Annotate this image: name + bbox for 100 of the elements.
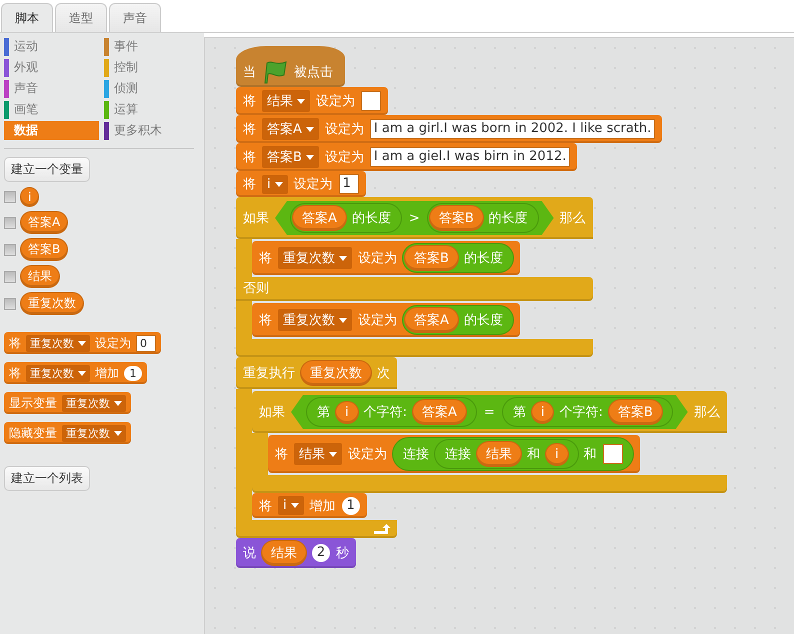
variable-dropdown[interactable]: 重复次数 <box>26 334 90 352</box>
reporter-block[interactable]: 连接 结果 和 i <box>435 440 578 468</box>
category-item[interactable]: 运算 <box>104 100 199 119</box>
variable-dropdown[interactable]: i <box>262 174 288 194</box>
command-block[interactable]: 将 答案B 设定为 I am a giel.I was birn in 2012. <box>236 143 578 171</box>
command-block[interactable]: 将 重复次数 设定为 0 <box>4 332 161 354</box>
c-block[interactable]: 否则 <box>236 277 593 301</box>
command-block[interactable]: 将 结果 设定为 <box>236 87 388 115</box>
number-input-field[interactable]: 2 <box>312 544 330 562</box>
text-input-field[interactable] <box>361 91 381 111</box>
number-input-field[interactable]: 1 <box>342 496 360 514</box>
reporter-block[interactable]: 答案B 的长度 <box>428 204 538 232</box>
variable-reporter[interactable]: i <box>546 444 568 464</box>
command-block[interactable]: 将 i 增加 1 <box>252 493 367 518</box>
reporter-block[interactable]: 答案A 的长度 <box>291 204 401 232</box>
category-item[interactable]: 控制 <box>104 58 199 77</box>
variable-dropdown[interactable]: i <box>278 496 304 515</box>
variable-reporter[interactable]: 答案A <box>21 212 68 233</box>
variable-dropdown[interactable]: 结果 <box>262 90 310 112</box>
command-block[interactable]: 将 重复次数 设定为 答案B 的长度 <box>252 241 520 275</box>
category-item[interactable]: 事件 <box>104 37 199 56</box>
variable-dropdown[interactable]: 重复次数 <box>278 247 352 269</box>
variable-reporter[interactable]: 答案B <box>21 239 68 260</box>
variable-reporter[interactable]: 答案B <box>608 400 662 424</box>
variable-reporter[interactable]: 结果 <box>21 266 59 287</box>
category-item[interactable]: 更多积木 <box>104 121 199 140</box>
make-variable-button[interactable]: 建立一个变量 <box>4 157 90 182</box>
command-block[interactable]: 将 重复次数 增加 1 <box>4 362 147 384</box>
command-block[interactable]: 将 结果 设定为 连接 连接 结果 和 i 和 <box>268 435 640 473</box>
text-input-field[interactable]: 1 <box>338 174 359 194</box>
block-label: 将 <box>259 312 272 329</box>
variable-reporter[interactable]: 答案B <box>430 206 483 230</box>
text-input-field[interactable]: I am a girl.I was born in 2002. I like scrath. <box>370 119 656 139</box>
variable-dropdown[interactable]: 答案B <box>262 146 319 168</box>
command-block[interactable]: 将 重复次数 设定为 答案A 的长度 <box>252 303 520 337</box>
block-label: 次 <box>377 365 390 382</box>
caret-icon <box>339 256 347 260</box>
tab[interactable]: 造型 <box>55 3 107 32</box>
boolean-block[interactable]: 答案A 的长度 > 答案B 的长度 <box>275 201 554 235</box>
reporter-block[interactable]: 连接 连接 结果 和 i 和 <box>393 438 633 470</box>
reporter-block[interactable]: 第 i 个字符: 答案A <box>307 398 476 426</box>
block-label: 将 <box>243 176 256 193</box>
reporter-block[interactable]: 答案B 的长度 <box>403 244 513 272</box>
category-label: 控制 <box>113 59 138 76</box>
variable-reporter[interactable]: 结果 <box>262 541 306 565</box>
variable-dropdown[interactable]: 重复次数 <box>278 309 352 331</box>
variable-reporter[interactable]: 答案A <box>293 206 346 230</box>
command-block[interactable]: 隐藏变量 重复次数 <box>4 422 131 444</box>
show-variable-checkbox[interactable] <box>4 270 16 282</box>
text-input-field[interactable]: I am a giel.I was birn in 2012. <box>370 147 570 167</box>
reporter-block[interactable]: 答案A 的长度 <box>403 306 513 334</box>
variable-reporter[interactable]: 答案A <box>413 400 466 424</box>
variable-dropdown[interactable]: 结果 <box>294 443 342 465</box>
tab[interactable]: 声音 <box>109 3 161 32</box>
command-block[interactable]: 将 答案A 设定为 I am a girl.I was born in 2002. I like scrath. <box>236 115 662 143</box>
command-block[interactable]: 说 结果 2 秒 <box>236 538 356 568</box>
variable-dropdown[interactable]: 重复次数 <box>62 394 126 412</box>
hat-block[interactable]: 当 被点击 <box>236 46 345 87</box>
caret-icon <box>290 503 299 508</box>
text-input-field[interactable] <box>602 444 623 464</box>
block-label: 将 <box>243 93 256 110</box>
variable-reporter[interactable]: 答案B <box>405 246 458 270</box>
variable-reporter[interactable]: 结果 <box>477 442 521 466</box>
block-label: 设定为 <box>324 121 364 138</box>
category-item[interactable]: 侦测 <box>104 79 199 98</box>
category-item[interactable]: 数据 <box>4 121 99 140</box>
tab[interactable]: 脚本 <box>1 3 53 32</box>
boolean-block[interactable]: 第 i 个字符: 答案A = 第 i 个字符: 答案B <box>291 395 688 429</box>
loop-block[interactable]: 重复执行 重复次数 次 <box>236 357 397 389</box>
c-block[interactable]: 如果 第 i 个字符: 答案A = 第 i 个字符: 答案B 那么 <box>252 391 727 433</box>
text-input-field[interactable]: 0 <box>136 334 156 352</box>
variable-reporter[interactable]: i <box>21 188 38 206</box>
variable-dropdown[interactable]: 答案A <box>262 118 319 140</box>
make-list-button[interactable]: 建立一个列表 <box>4 466 90 491</box>
block-label: 的长度 <box>488 210 528 227</box>
reporter-block[interactable]: 第 i 个字符: 答案B <box>502 398 672 426</box>
c-block[interactable]: 如果 答案A 的长度 > 答案B 的长度 那么 <box>236 197 593 239</box>
block-label: = <box>484 404 495 420</box>
block-label: 否则 <box>243 280 269 297</box>
variable-reporter[interactable]: i <box>336 402 358 422</box>
category-item[interactable]: 运动 <box>4 37 99 56</box>
show-variable-checkbox[interactable] <box>4 244 16 256</box>
variable-reporter[interactable]: 重复次数 <box>301 361 371 385</box>
command-block[interactable]: 将 i 设定为 1 <box>236 171 366 197</box>
variable-reporter[interactable]: 重复次数 <box>21 293 83 314</box>
command-block[interactable]: 显示变量 重复次数 <box>4 392 131 414</box>
category-item[interactable]: 外观 <box>4 58 99 77</box>
variable-reporter[interactable]: i <box>532 402 554 422</box>
show-variable-checkbox[interactable] <box>4 298 16 310</box>
category-item[interactable]: 声音 <box>4 79 99 98</box>
show-variable-checkbox[interactable] <box>4 191 16 203</box>
category-label: 事件 <box>113 38 138 55</box>
block-label: 增加 <box>310 498 336 514</box>
show-variable-checkbox[interactable] <box>4 216 16 228</box>
variable-dropdown[interactable]: 重复次数 <box>26 364 90 382</box>
variable-reporter[interactable]: 答案A <box>405 308 458 332</box>
number-input-field[interactable]: 1 <box>124 366 142 380</box>
category-item[interactable]: 画笔 <box>4 100 99 119</box>
variable-dropdown[interactable]: 重复次数 <box>62 424 126 442</box>
block-label: 将 <box>9 334 21 352</box>
